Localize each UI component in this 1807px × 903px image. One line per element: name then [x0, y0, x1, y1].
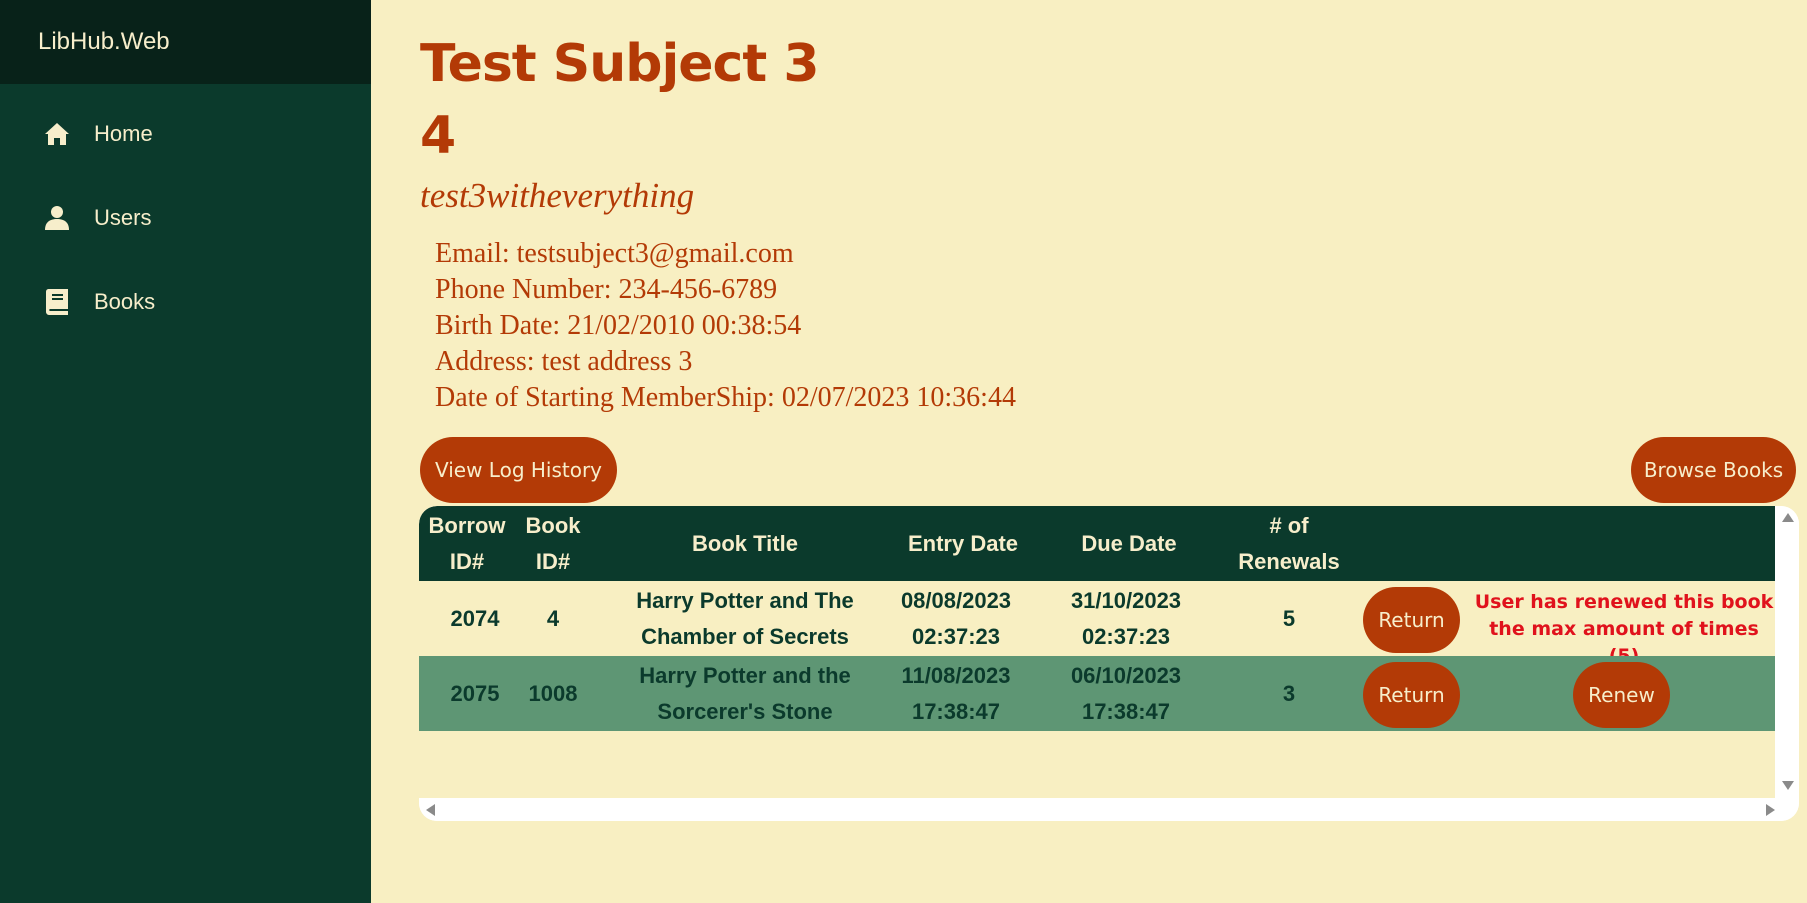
book-id-cell: 4: [546, 605, 560, 631]
address-text: Address: test address 3: [435, 346, 693, 377]
table-row: 2075 1008 Harry Potter and the Sorcerer'…: [419, 656, 1775, 731]
book-icon: [42, 287, 72, 317]
due-date-cell: 31/10/2023 02:37:23: [1070, 587, 1182, 649]
sidebar-item-label: Users: [94, 205, 152, 230]
home-icon: [42, 119, 72, 149]
header-book-title: Book Title: [692, 530, 798, 556]
due-date-cell: 06/10/2023 17:38:47: [1070, 662, 1182, 724]
view-log-history-button[interactable]: View Log History: [420, 437, 617, 503]
user-icon: [42, 203, 72, 233]
vertical-scrollbar[interactable]: [1775, 506, 1799, 798]
table-header: Borrow ID# Book ID# Book Title Entry Dat…: [419, 506, 1775, 581]
browse-books-button[interactable]: Browse Books: [1631, 437, 1796, 503]
user-details: Email: testsubject3@gmail.com Phone Numb…: [435, 236, 1016, 416]
scroll-down-arrow-icon[interactable]: [1782, 781, 1794, 790]
phone-text: Phone Number: 234-456-6789: [435, 274, 778, 305]
renewals-cell: 3: [1282, 680, 1296, 706]
sidebar-item-users[interactable]: Users: [0, 176, 371, 260]
sidebar-nav: Home Users Books: [0, 92, 371, 344]
email-text: Email: testsubject3@gmail.com: [435, 238, 794, 269]
birth-date-text: Birth Date: 21/02/2010 00:38:54: [435, 310, 802, 341]
scroll-left-arrow-icon[interactable]: [426, 804, 435, 816]
header-book-id: Book ID#: [525, 512, 581, 574]
sidebar: LibHub.Web Home Users Books: [0, 0, 371, 903]
return-button[interactable]: Return: [1363, 587, 1460, 653]
table-body-area: Borrow ID# Book ID# Book Title Entry Dat…: [419, 506, 1775, 798]
header-entry-date: Entry Date: [907, 530, 1019, 556]
book-title-cell: Harry Potter and the Sorcerer's Stone: [639, 662, 851, 724]
membership-date-text: Date of Starting MemberShip: 02/07/2023 …: [435, 382, 1016, 413]
renew-button[interactable]: Renew: [1573, 662, 1670, 728]
entry-date-cell: 11/08/2023 17:38:47: [901, 662, 1011, 724]
sidebar-item-label: Books: [94, 289, 156, 314]
borrow-table: Borrow ID# Book ID# Book Title Entry Dat…: [419, 506, 1799, 821]
renewals-cell: 5: [1282, 605, 1296, 631]
scroll-up-arrow-icon[interactable]: [1782, 513, 1794, 522]
entry-date-cell: 08/08/2023 02:37:23: [900, 587, 1012, 649]
sidebar-item-label: Home: [94, 121, 153, 146]
sidebar-item-home[interactable]: Home: [0, 92, 371, 176]
header-renewals: # of Renewals: [1238, 512, 1340, 574]
scroll-right-arrow-icon[interactable]: [1766, 804, 1775, 816]
horizontal-scrollbar[interactable]: [419, 798, 1799, 821]
table-row: 2074 4 Harry Potter and The Chamber of S…: [419, 581, 1775, 667]
borrow-id-cell: 2074: [450, 605, 500, 631]
main-content: Test Subject 3 4 test3witheverything Ema…: [371, 0, 1807, 903]
max-renewals-warning: User has renewed this book the max amoun…: [1474, 591, 1774, 667]
sidebar-item-books[interactable]: Books: [0, 260, 371, 344]
page-title: Test Subject 3 4: [420, 34, 820, 166]
header-borrow-id: Borrow ID#: [428, 512, 506, 574]
username: test3witheverything: [420, 176, 695, 215]
book-id-cell: 1008: [528, 680, 578, 706]
return-button[interactable]: Return: [1363, 662, 1460, 728]
brand-logo[interactable]: LibHub.Web: [0, 0, 371, 84]
borrow-id-cell: 2075: [450, 680, 500, 706]
book-title-cell: Harry Potter and The Chamber of Secrets: [636, 587, 854, 649]
header-due-date: Due Date: [1081, 530, 1177, 556]
